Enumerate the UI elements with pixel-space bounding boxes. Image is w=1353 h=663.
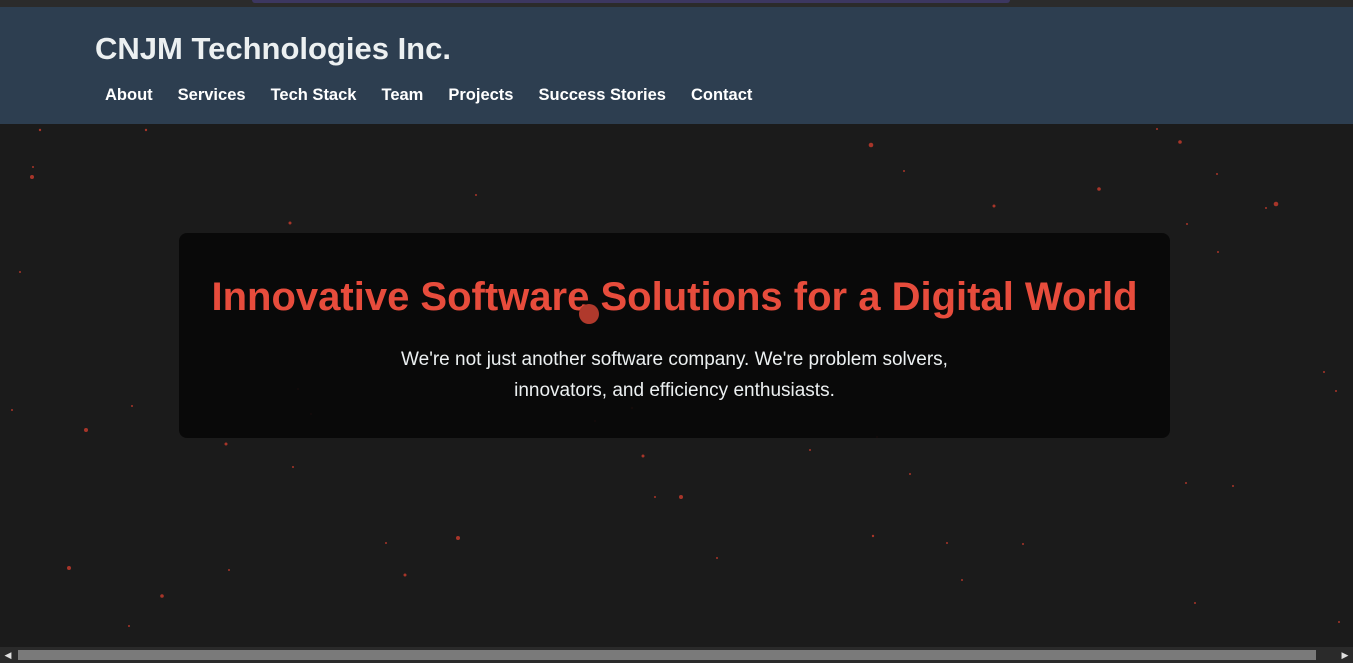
particle-dot xyxy=(456,536,460,540)
particle-dot xyxy=(11,409,13,411)
triangle-left-icon[interactable]: ◀ xyxy=(0,647,16,663)
particle-dot xyxy=(1265,207,1267,209)
particle-dot xyxy=(160,594,164,598)
triangle-right-icon[interactable]: ▶ xyxy=(1337,647,1353,663)
hero-section: Innovative Software Solutions for a Digi… xyxy=(0,124,1353,647)
particle-dot xyxy=(475,194,477,196)
cursor-particle xyxy=(579,304,599,324)
nav-about[interactable]: About xyxy=(95,84,163,107)
scrollbar-thumb[interactable] xyxy=(18,650,1316,660)
particle-dot xyxy=(992,204,996,208)
hero-heading: Innovative Software Solutions for a Digi… xyxy=(211,275,1138,319)
particle-dot xyxy=(1186,223,1188,225)
nav-services[interactable]: Services xyxy=(168,84,256,107)
particle-dot xyxy=(1273,201,1279,207)
particle-dot xyxy=(903,170,905,172)
particle-dot xyxy=(131,405,133,407)
nav-success-stories[interactable]: Success Stories xyxy=(528,84,676,107)
particle-dot xyxy=(1194,602,1196,604)
particle-dot xyxy=(868,142,874,148)
particle-dot xyxy=(403,573,407,577)
nav-contact[interactable]: Contact xyxy=(681,84,762,107)
particle-dot xyxy=(19,271,21,273)
particle-dot xyxy=(1335,390,1337,392)
particle-dot xyxy=(1022,543,1024,545)
particle-dot xyxy=(946,542,948,544)
hero-subtext: We're not just another software company.… xyxy=(401,349,948,401)
particle-dot xyxy=(1216,173,1218,175)
particle-dot xyxy=(961,579,963,581)
particle-dot xyxy=(909,473,911,475)
particle-dot xyxy=(1338,621,1340,623)
particle-dot xyxy=(679,495,683,499)
nav-team[interactable]: Team xyxy=(371,84,433,107)
particle-dot xyxy=(67,566,71,570)
nav-projects[interactable]: Projects xyxy=(438,84,523,107)
particle-dot xyxy=(1185,482,1187,484)
particle-dot xyxy=(228,569,230,571)
nav-tech-stack[interactable]: Tech Stack xyxy=(261,84,367,107)
horizontal-scrollbar[interactable]: ◀ ▶ xyxy=(0,647,1353,663)
particle-dot xyxy=(288,221,292,225)
particle-dot xyxy=(144,128,148,132)
particle-dot xyxy=(654,496,656,498)
particle-dot xyxy=(641,454,645,458)
particle-dot xyxy=(809,449,811,451)
particle-dot xyxy=(385,542,387,544)
particle-dot xyxy=(1178,140,1182,144)
particle-dot xyxy=(1156,128,1158,130)
particle-dot xyxy=(30,175,34,179)
particle-dot xyxy=(38,128,42,132)
browser-top-strip xyxy=(0,0,1353,7)
particle-dot xyxy=(1323,371,1325,373)
particle-dot xyxy=(871,534,875,538)
site-header: CNJM Technologies Inc. About Services Te… xyxy=(0,7,1353,124)
particle-dot xyxy=(1217,251,1219,253)
particle-dot xyxy=(32,166,34,168)
main-nav: About Services Tech Stack Team Projects … xyxy=(95,84,767,107)
particle-dot xyxy=(292,466,294,468)
site-title[interactable]: CNJM Technologies Inc. xyxy=(95,31,451,67)
particle-dot xyxy=(716,557,718,559)
tab-indicator xyxy=(252,0,1010,3)
hero-card: Innovative Software Solutions for a Digi… xyxy=(179,233,1170,438)
particle-dot xyxy=(1097,187,1101,191)
particle-dot xyxy=(128,625,130,627)
particle-dot xyxy=(1232,485,1234,487)
particle-dot xyxy=(84,428,88,432)
particle-dot xyxy=(224,442,228,446)
